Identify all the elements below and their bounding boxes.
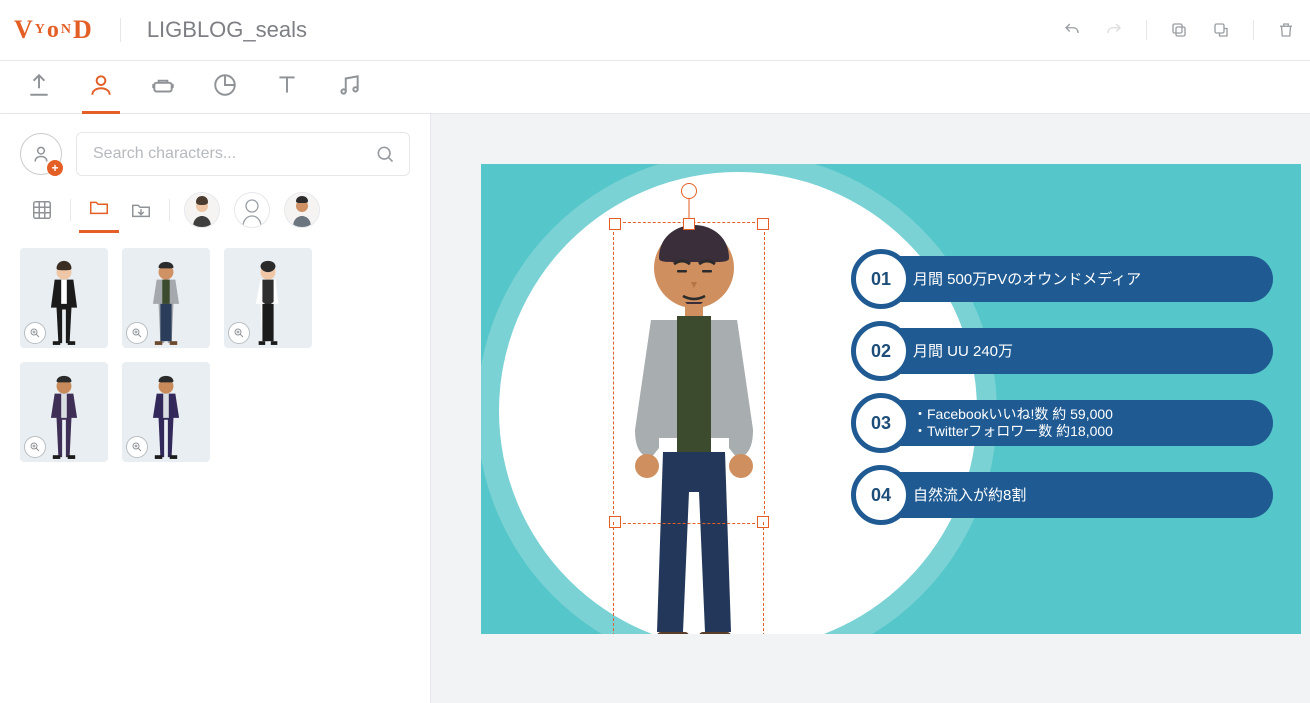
stage[interactable]: 01月間 500万PVのオウンドメディア 02月間 UU 240万 03・Fac…	[481, 164, 1301, 634]
charts-tab[interactable]	[212, 72, 238, 113]
bullet-text: ・Facebookいいね!数 約 59,000 ・Twitterフォロワー数 約…	[913, 406, 1113, 440]
selection-guide-left	[613, 522, 614, 634]
project-title[interactable]: LIGBLOG_seals	[147, 17, 307, 43]
vyond-logo[interactable]: V Y oN D	[14, 15, 94, 45]
bullet-text: 月間 500万PVのオウンドメディア	[913, 271, 1141, 288]
copy-button[interactable]	[1169, 20, 1189, 40]
zoom-icon[interactable]	[24, 322, 46, 344]
bullet-item[interactable]: 01月間 500万PVのオウンドメディア	[853, 256, 1273, 302]
character-card[interactable]	[122, 362, 210, 462]
zoom-icon[interactable]	[24, 436, 46, 458]
characters-panel: +	[0, 114, 431, 703]
create-character-button[interactable]: +	[20, 133, 62, 175]
style-filter-contemporary[interactable]	[284, 192, 320, 228]
character-card[interactable]	[20, 248, 108, 348]
search-box[interactable]	[76, 132, 410, 176]
bullet-item[interactable]: 04自然流入が約8割	[853, 472, 1273, 518]
resize-handle-bl[interactable]	[609, 516, 621, 528]
divider	[169, 199, 170, 221]
character-card[interactable]	[224, 248, 312, 348]
import-filter[interactable]	[127, 196, 155, 224]
divider	[1146, 20, 1147, 40]
asset-tabs	[0, 61, 1310, 114]
bullet-number: 02	[851, 321, 911, 381]
resize-handle-tl[interactable]	[609, 218, 621, 230]
bullet-number: 01	[851, 249, 911, 309]
search-input[interactable]	[91, 144, 367, 164]
selection-guide-right	[763, 522, 764, 634]
rotation-handle[interactable]	[681, 183, 697, 199]
character-card[interactable]	[122, 248, 210, 348]
plus-badge-icon: +	[47, 160, 63, 176]
style-filter-whiteboard[interactable]	[234, 192, 270, 228]
topbar-actions	[1062, 20, 1296, 40]
divider	[70, 199, 71, 221]
folder-filter[interactable]	[85, 193, 113, 227]
grid-filter[interactable]	[28, 196, 56, 224]
undo-button[interactable]	[1062, 20, 1082, 40]
characters-tab[interactable]	[88, 72, 114, 113]
character-filters	[0, 186, 430, 238]
audio-tab[interactable]	[336, 72, 362, 113]
canvas-area[interactable]: 01月間 500万PVのオウンドメディア 02月間 UU 240万 03・Fac…	[431, 114, 1310, 703]
paste-button[interactable]	[1211, 20, 1231, 40]
bullet-number: 04	[851, 465, 911, 525]
character-card[interactable]	[20, 362, 108, 462]
workspace: +	[0, 114, 1310, 703]
style-filter-business[interactable]	[184, 192, 220, 228]
selection-box[interactable]	[613, 222, 765, 524]
text-tab[interactable]	[274, 72, 300, 113]
zoom-icon[interactable]	[126, 322, 148, 344]
bullet-text: 自然流入が約8割	[913, 487, 1026, 504]
bullet-text: 月間 UU 240万	[913, 343, 1013, 360]
resize-handle-tr[interactable]	[757, 218, 769, 230]
redo-button[interactable]	[1104, 20, 1124, 40]
bullet-item[interactable]: 02月間 UU 240万	[853, 328, 1273, 374]
zoom-icon[interactable]	[228, 322, 250, 344]
divider	[1253, 20, 1254, 40]
bullet-number: 03	[851, 393, 911, 453]
upload-tab[interactable]	[26, 72, 52, 113]
divider	[120, 18, 121, 42]
zoom-icon[interactable]	[126, 436, 148, 458]
delete-button[interactable]	[1276, 20, 1296, 40]
character-grid	[0, 238, 430, 472]
search-icon	[375, 144, 395, 164]
topbar: V Y oN D LIGBLOG_seals	[0, 0, 1310, 61]
bullet-item[interactable]: 03・Facebookいいね!数 約 59,000 ・Twitterフォロワー数…	[853, 400, 1273, 446]
props-tab[interactable]	[150, 72, 176, 113]
bullet-list: 01月間 500万PVのオウンドメディア 02月間 UU 240万 03・Fac…	[853, 256, 1273, 518]
resize-handle-tc[interactable]	[683, 218, 695, 230]
